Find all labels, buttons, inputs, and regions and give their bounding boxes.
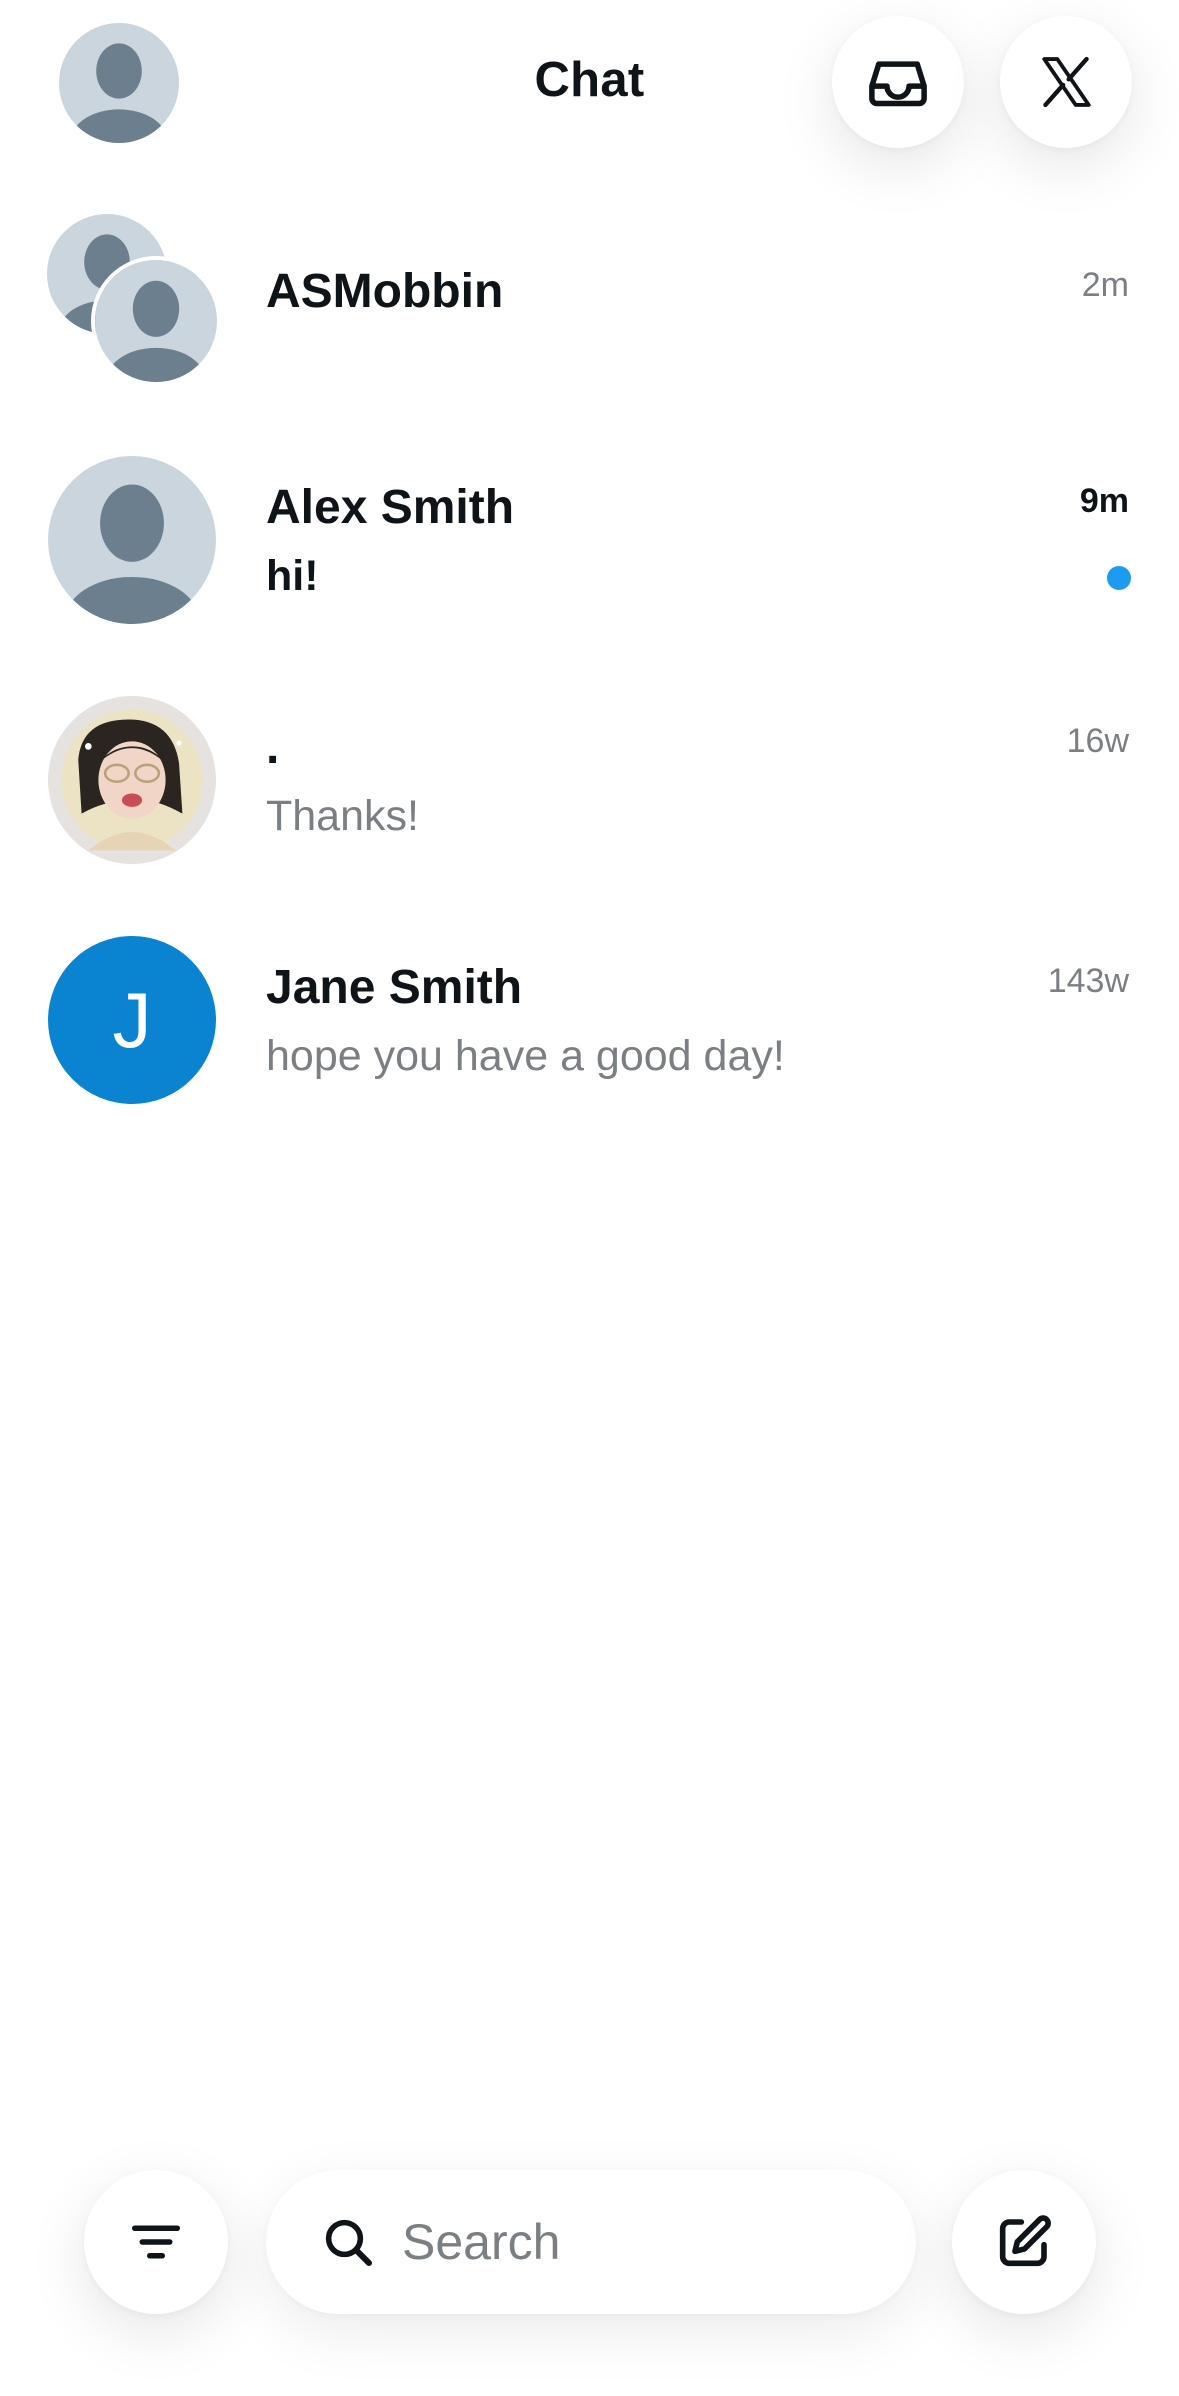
conversation-time: 143w (1047, 962, 1129, 1000)
conversation-name: Alex Smith (266, 481, 515, 534)
conversation-time: 2m (1081, 266, 1129, 304)
inbox-tray-icon (869, 61, 927, 107)
compose-icon (999, 2215, 1051, 2267)
bottom-fade (0, 2060, 1179, 2160)
conversation-row[interactable]: . Thanks! 16w (0, 650, 1179, 890)
filter-icon (132, 2225, 180, 2259)
contact-avatar (48, 456, 216, 624)
compose-button[interactable] (952, 2170, 1096, 2314)
search-input[interactable] (400, 2212, 844, 2272)
conversation-name: . (266, 721, 280, 774)
bottom-bar (0, 2146, 1179, 2396)
avatar-letter: J (112, 975, 152, 1064)
group-avatar-front (91, 256, 221, 386)
search-icon (325, 2219, 373, 2267)
conversation-preview: hope you have a good day! (266, 1032, 785, 1080)
inbox-button[interactable] (832, 16, 964, 148)
photo-avatar (48, 696, 216, 864)
conversation-time: 16w (1066, 722, 1129, 760)
conversation-row[interactable]: J Jane Smith hope you have a good day! 1… (0, 890, 1179, 1130)
search-bar[interactable] (266, 2170, 916, 2314)
person-photo-icon (48, 696, 216, 864)
x-logo-icon (1042, 56, 1091, 108)
conversation-preview: Thanks! (266, 792, 419, 840)
default-avatar-icon (48, 456, 216, 624)
conversation-row[interactable]: ASMobbin 2m (0, 170, 1179, 410)
filter-button[interactable] (84, 2170, 228, 2314)
conversation-preview: hi! (266, 552, 319, 600)
conversation-time: 9m (1079, 482, 1129, 520)
x-logo-button[interactable] (1000, 16, 1132, 148)
conversation-row[interactable]: Alex Smith hi! 9m (0, 410, 1179, 650)
default-avatar-icon (95, 260, 217, 382)
conversation-name: ASMobbin (266, 265, 504, 318)
unread-dot (1107, 566, 1131, 590)
header: Chat (0, 0, 1179, 170)
letter-avatar: J (48, 936, 216, 1104)
conversation-name: Jane Smith (266, 961, 523, 1014)
